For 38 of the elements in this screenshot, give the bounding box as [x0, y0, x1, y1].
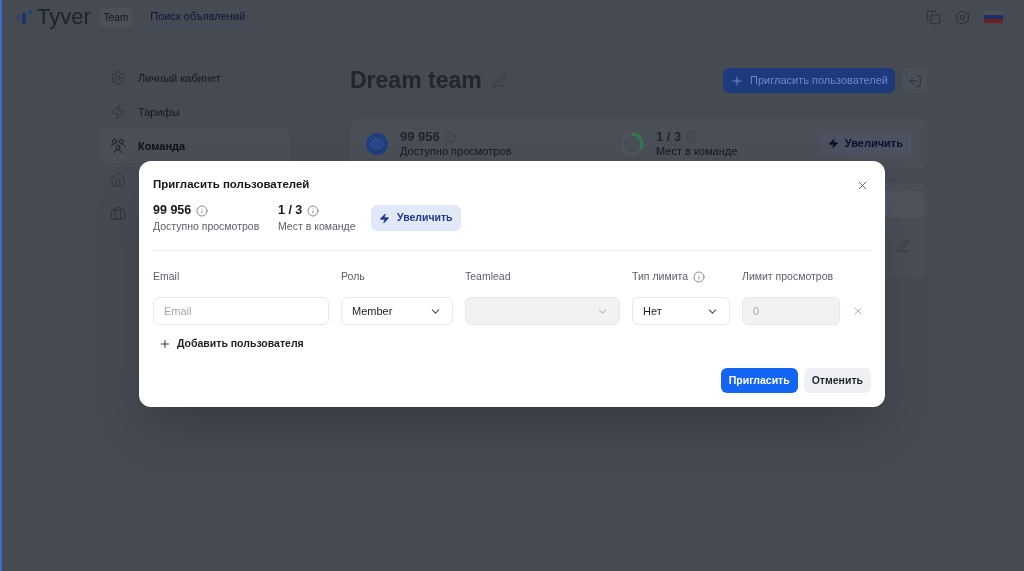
- stat-label: Доступно просмотров: [153, 219, 261, 233]
- eye-icon: [366, 132, 388, 155]
- lightning-icon: [827, 138, 839, 149]
- progress-ring: [620, 131, 644, 156]
- remove-icon[interactable]: [852, 305, 864, 317]
- dialog-title: Пригласить пользователей: [153, 177, 310, 193]
- invite-button[interactable]: Пригласить: [720, 368, 798, 393]
- increase-button[interactable]: Увеличить: [371, 205, 461, 231]
- logout-icon: [907, 73, 922, 88]
- copy-icon[interactable]: [926, 9, 941, 25]
- cancel-button[interactable]: Отменить: [803, 368, 871, 393]
- info-icon[interactable]: [196, 204, 209, 217]
- column-label: Email: [153, 269, 180, 285]
- info-icon[interactable]: [693, 271, 706, 283]
- logo-icon: [17, 10, 33, 24]
- stat-value: 1 / 3: [278, 203, 303, 218]
- stat-value: 99 956: [153, 203, 192, 218]
- column-label: Роль: [341, 269, 365, 285]
- column-label: Лимит просмотров: [742, 269, 834, 285]
- plus-icon: [730, 73, 745, 88]
- add-user-button[interactable]: Добавить пользователя: [159, 336, 304, 352]
- input-field[interactable]: Email: [153, 297, 329, 325]
- info-icon[interactable]: [307, 204, 320, 217]
- stat-label: Доступно просмотров: [400, 144, 512, 158]
- column-label: Teamlead: [465, 269, 511, 285]
- invite-button[interactable]: Пригласить пользователей: [723, 68, 895, 93]
- logout-button[interactable]: [902, 68, 927, 93]
- stat-label: Мест в команде: [278, 219, 357, 233]
- people-icon: [110, 138, 126, 154]
- flag-icon[interactable]: [984, 11, 1003, 23]
- lightning-icon: [379, 212, 390, 224]
- dropdown[interactable]: Member: [341, 297, 453, 325]
- column-label: Тип лимита: [632, 269, 689, 285]
- settings-icon[interactable]: [955, 9, 970, 25]
- briefcase-icon: [110, 206, 126, 222]
- plan-badge: Team: [99, 7, 133, 27]
- dropdown[interactable]: Нет: [632, 297, 730, 325]
- plus-icon: [159, 338, 171, 350]
